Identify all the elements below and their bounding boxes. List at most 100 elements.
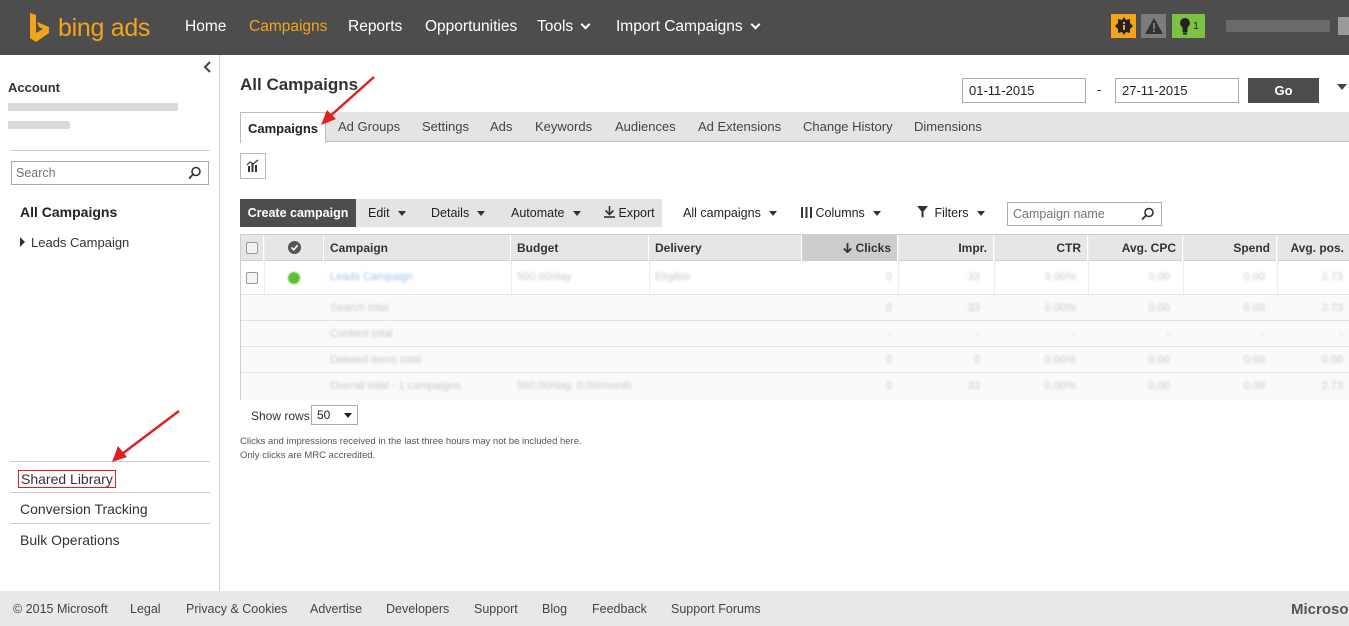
column-header-delivery[interactable]: Delivery (649, 235, 802, 261)
footer-link-legal[interactable]: Legal (130, 602, 161, 616)
table-row: Content total - - - - - - (241, 321, 1349, 347)
tab-dimensions[interactable]: Dimensions (914, 119, 982, 134)
footer-link-blog[interactable]: Blog (542, 602, 567, 616)
spend-cell: 0.00 (1243, 302, 1265, 314)
warning-alert-button[interactable] (1141, 14, 1166, 38)
show-rows-select[interactable]: 50 (311, 405, 358, 425)
bing-logo-icon (28, 13, 50, 43)
column-header-avg-cpc[interactable]: Avg. CPC (1088, 235, 1183, 261)
columns-menu[interactable]: Columns (801, 206, 881, 220)
total-label: Content total (330, 328, 393, 340)
impr-cell: 33 (967, 271, 980, 283)
column-header-ctr[interactable]: CTR (994, 235, 1088, 261)
sidebar-item-leads-campaign[interactable]: Leads Campaign (20, 235, 129, 250)
tab-ad-extensions[interactable]: Ad Extensions (698, 119, 781, 134)
date-to-input[interactable]: 27-11-2015 (1115, 78, 1239, 103)
search-icon[interactable] (1141, 207, 1155, 221)
avg-pos-cell: 2.73 (1321, 302, 1343, 314)
sidebar-item-all-campaigns[interactable]: All Campaigns (20, 204, 117, 220)
nav-tools[interactable]: Tools (537, 18, 591, 36)
date-separator: - (1097, 82, 1102, 97)
user-email-redacted[interactable] (1226, 20, 1330, 32)
table-row[interactable]: Leads Campaign 500.00/day Eligible 0 33 … (241, 261, 1349, 295)
column-header-avg-pos[interactable]: Avg. pos. (1277, 235, 1349, 261)
budget-cell: 500.00/day, 0.00/month (517, 380, 632, 392)
sidebar-search-input[interactable] (12, 162, 177, 184)
nav-tools-label: Tools (537, 18, 574, 35)
info-alert-button[interactable] (1111, 14, 1136, 38)
sidebar-link-conversion-tracking[interactable]: Conversion Tracking (20, 501, 148, 517)
chevron-down-icon (580, 19, 591, 30)
chevron-down-icon (572, 211, 581, 216)
footer-link-developers[interactable]: Developers (386, 602, 449, 616)
tab-settings[interactable]: Settings (422, 119, 469, 134)
column-header-campaign[interactable]: Campaign (324, 235, 511, 261)
footer-link-privacy[interactable]: Privacy & Cookies (186, 602, 287, 616)
tab-audiences[interactable]: Audiences (615, 119, 676, 134)
footer: © 2015 Microsoft Legal Privacy & Cookies… (0, 591, 1349, 626)
bing-ads-logo[interactable]: bing ads (28, 12, 150, 44)
show-chart-button[interactable] (240, 153, 266, 179)
avg-pos-cell: 2.73 (1321, 380, 1343, 392)
details-menu[interactable]: Details (431, 206, 486, 220)
impr-cell: 33 (967, 380, 980, 392)
column-header-budget[interactable]: Budget (511, 235, 649, 261)
divider (10, 461, 210, 462)
create-campaign-button[interactable]: Create campaign (240, 199, 356, 227)
sidebar-link-bulk-operations[interactable]: Bulk Operations (20, 532, 120, 548)
search-icon[interactable] (188, 166, 202, 180)
status-check-icon (288, 241, 301, 254)
tab-ad-groups[interactable]: Ad Groups (338, 119, 400, 134)
column-header-impr[interactable]: Impr. (898, 235, 994, 261)
status-header[interactable] (264, 235, 324, 261)
nav-reports[interactable]: Reports (348, 18, 402, 36)
campaign-filter-dropdown[interactable]: All campaigns (683, 206, 777, 220)
ctr-cell: - (1072, 328, 1076, 340)
opportunity-alert-button[interactable]: 1 (1172, 14, 1205, 38)
automate-menu[interactable]: Automate (511, 206, 581, 220)
tab-ads[interactable]: Ads (490, 119, 512, 134)
avg-pos-cell: - (1339, 328, 1343, 340)
tab-campaigns[interactable]: Campaigns (240, 112, 326, 143)
spend-cell: 0.00 (1243, 354, 1265, 366)
nav-home[interactable]: Home (185, 18, 226, 36)
chevron-down-icon (750, 19, 761, 30)
tab-change-history[interactable]: Change History (803, 119, 893, 134)
tab-keywords[interactable]: Keywords (535, 119, 592, 134)
footer-link-support[interactable]: Support (474, 602, 518, 616)
select-all-checkbox[interactable] (246, 242, 258, 254)
column-header-clicks[interactable]: Clicks (802, 235, 898, 261)
go-button[interactable]: Go (1248, 78, 1319, 103)
date-range-dropdown-icon[interactable] (1337, 84, 1347, 90)
account-label: Account (8, 80, 60, 95)
column-header-spend[interactable]: Spend (1183, 235, 1277, 261)
collapse-sidebar-button[interactable] (202, 61, 214, 73)
nav-opportunities[interactable]: Opportunities (425, 18, 517, 36)
footer-link-support-forums[interactable]: Support Forums (671, 602, 761, 616)
footer-link-feedback[interactable]: Feedback (592, 602, 647, 616)
copyright: © 2015 Microsoft (13, 602, 108, 616)
ctr-cell: 0.00% (1044, 302, 1076, 314)
filter-funnel-icon (917, 206, 928, 218)
account-id-redacted (8, 121, 70, 129)
edit-menu[interactable]: Edit (368, 206, 406, 220)
nav-import-campaigns[interactable]: Import Campaigns (616, 18, 761, 36)
row-checkbox[interactable] (246, 272, 258, 284)
date-from-input[interactable]: 01-11-2015 (962, 78, 1086, 103)
chart-icon (246, 159, 259, 172)
download-icon (604, 206, 615, 218)
chevron-down-icon (397, 211, 406, 216)
filters-menu[interactable]: Filters (917, 206, 985, 220)
clicks-header-label: Clicks (855, 241, 891, 255)
export-button[interactable]: Export (604, 206, 655, 220)
campaign-name-search (1007, 202, 1162, 226)
avatar[interactable] (1338, 17, 1349, 35)
campaign-name-link[interactable]: Leads Campaign (330, 271, 413, 283)
campaign-name-input[interactable] (1008, 203, 1133, 225)
footer-link-advertise[interactable]: Advertise (310, 602, 362, 616)
nav-campaigns[interactable]: Campaigns (249, 18, 327, 36)
clicks-cell: 0 (885, 271, 892, 283)
chevron-down-icon (768, 211, 777, 216)
sidebar-link-shared-library[interactable]: Shared Library (18, 470, 116, 488)
expand-triangle-icon[interactable] (20, 237, 25, 247)
